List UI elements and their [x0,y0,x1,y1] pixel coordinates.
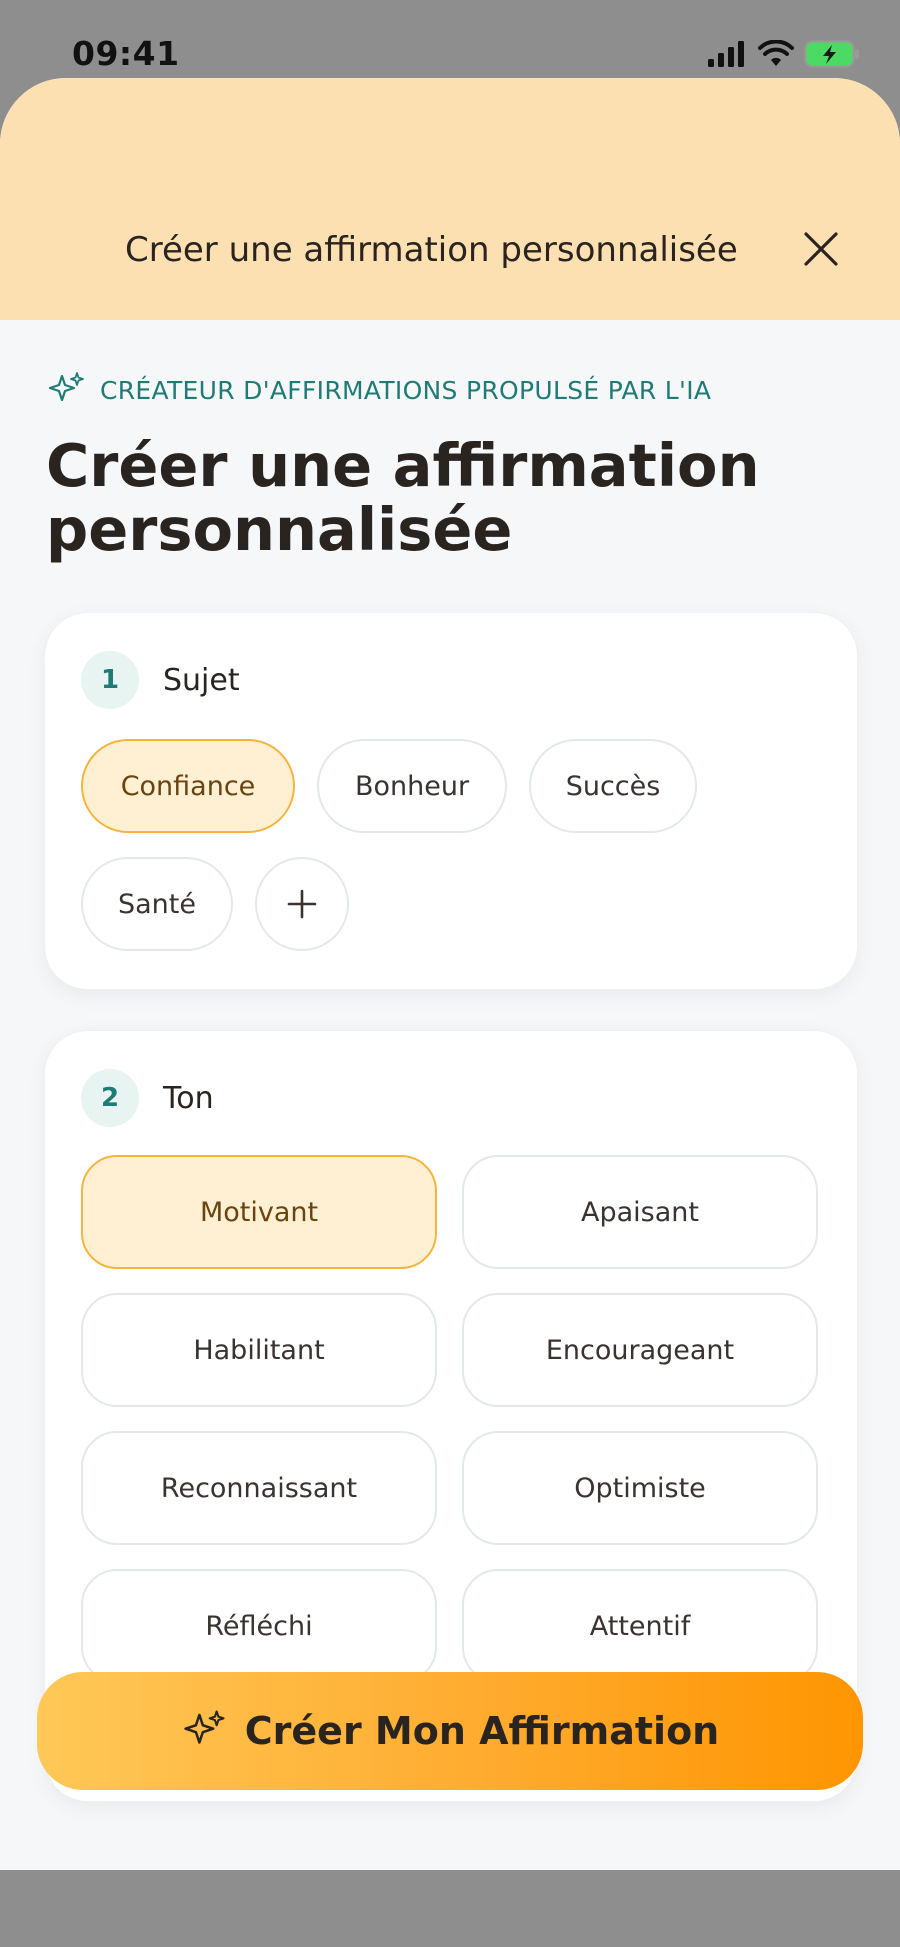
cta-label: Créer Mon Affirmation [244,1709,720,1753]
sheet-header: Créer une affirmation personnalisée [0,78,900,320]
step-number-badge: 2 [81,1069,139,1127]
status-icons [708,40,860,68]
header-title: Créer une affirmation personnalisée [125,230,738,270]
tone-option-encourageant[interactable]: Encourageant [462,1293,818,1407]
tone-option-optimiste[interactable]: Optimiste [462,1431,818,1545]
step-label: Ton [163,1080,214,1116]
overline-text: CRÉATEUR D'AFFIRMATIONS PROPULSÉ PAR L'I… [100,375,712,405]
status-time: 09:41 [72,34,180,73]
wifi-icon [758,40,794,66]
subject-card: 1 Sujet Confiance Bonheur Succès Santé [44,612,858,990]
sparkles-icon [184,1710,225,1744]
tone-step: 2 Ton [81,1069,214,1127]
tone-option-attentif[interactable]: Attentif [462,1569,818,1683]
subject-chip-succes[interactable]: Succès [529,739,697,833]
ai-creator-overline: CRÉATEUR D'AFFIRMATIONS PROPULSÉ PAR L'I… [46,370,711,410]
signal-icon [708,41,744,67]
battery-icon [804,40,859,68]
tone-option-habilitant[interactable]: Habilitant [81,1293,437,1407]
close-icon [804,232,838,266]
tone-option-motivant[interactable]: Motivant [81,1155,437,1269]
tone-option-reconnaissant[interactable]: Reconnaissant [81,1431,437,1545]
create-affirmation-button[interactable]: Créer Mon Affirmation [37,1672,863,1790]
tone-option-apaisant[interactable]: Apaisant [462,1155,818,1269]
sparkles-icon [48,372,84,402]
subject-chip-sante[interactable]: Santé [81,857,233,951]
subject-chip-bonheur[interactable]: Bonheur [317,739,507,833]
step-number-badge: 1 [81,651,139,709]
tone-option-reflechi[interactable]: Réfléchi [81,1569,437,1683]
step-label: Sujet [163,662,240,698]
modal-sheet: Créer une affirmation personnalisée CRÉA… [0,78,900,1870]
status-bar: 09:41 [0,0,900,78]
plus-icon [287,889,317,919]
subject-step: 1 Sujet [81,651,240,709]
close-button[interactable] [800,228,842,270]
subject-chip-confiance[interactable]: Confiance [81,739,295,833]
add-subject-button[interactable] [255,857,349,951]
page-title: Créer une affirmation personnalisée [46,431,760,564]
